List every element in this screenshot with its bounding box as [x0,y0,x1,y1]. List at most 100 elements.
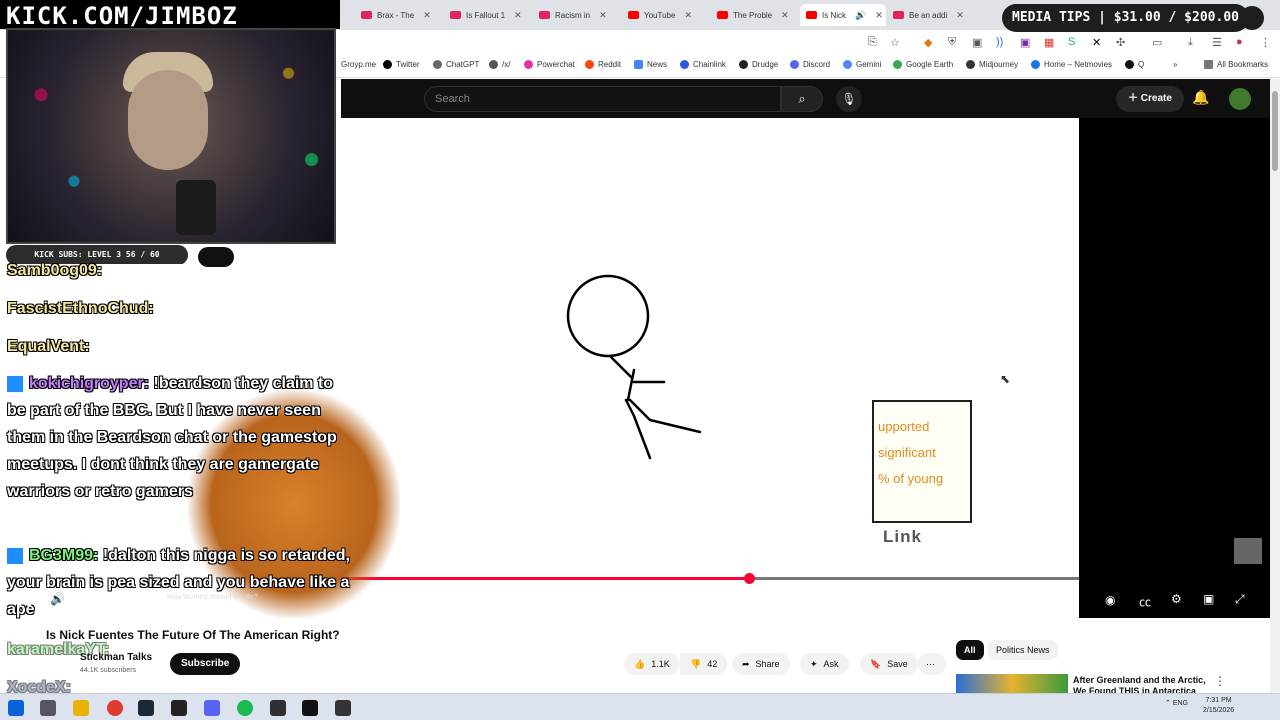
bookmark-q[interactable]: Q [1125,60,1144,69]
more-vertical-icon[interactable]: ⋮ [1214,674,1226,688]
mic-button[interactable]: 🎙 [836,86,862,112]
scrollbar-thumb[interactable] [1272,91,1278,171]
task-view-icon[interactable] [40,700,56,716]
extension-icon[interactable]: ▦ [1044,36,1054,49]
bookmark-netmovies[interactable]: Home – Netmovies [1031,60,1112,69]
tab-be-an-addi[interactable]: Be an addi ✕ [887,4,975,26]
extension-icon[interactable]: ▣ [972,36,982,49]
close-icon[interactable]: ✕ [514,10,522,21]
tab-problem[interactable]: The Proble ✕ [711,4,799,26]
bookmark-powerchat[interactable]: Powerchat [524,60,575,69]
close-icon[interactable]: ✕ [423,10,431,21]
tab-fallout[interactable]: Is Fallout 1 ✕ [444,4,532,26]
chapter-title[interactable]: How Worried Should We Be? [167,594,258,601]
chat-username: EqualVent: [7,338,90,355]
fullscreen-icon[interactable]: ⤢ [1235,592,1245,607]
extension-icon[interactable]: ▣ [1020,36,1030,49]
chip-politics-news[interactable]: Politics News [988,640,1058,660]
progress-scrubber[interactable] [744,573,756,584]
bookmark-google-earth[interactable]: Google Earth [893,60,953,69]
notifications-button[interactable]: 🔔 [1192,89,1209,106]
autoplay-toggle-icon[interactable]: ◉ [1105,593,1115,607]
x-icon[interactable]: ✕ [1092,36,1101,49]
tab-is-nick-active[interactable]: Is Nick 🔊 ✕ [800,4,886,26]
bookmark-chainlink[interactable]: Chainlink [680,60,726,69]
captions-icon[interactable]: ㏄ [1139,593,1151,610]
system-tray[interactable]: ⌃ ENG [1165,699,1188,707]
chip-all[interactable]: All [956,640,984,660]
terminal-icon[interactable] [171,700,187,716]
close-icon[interactable]: ✕ [599,10,607,21]
chevron-up-icon[interactable]: ⌃ [1165,700,1171,707]
volume-icon[interactable]: 🔊 [50,592,65,606]
dislike-button[interactable]: 👎 42 [680,653,728,675]
more-actions-button[interactable]: ⋯ [918,653,946,675]
progress-bar[interactable] [341,573,1079,584]
steam-icon[interactable] [138,700,154,716]
page-scrollbar[interactable] [1270,79,1280,693]
overlay-button[interactable] [1234,538,1262,564]
bookmark-discord[interactable]: Discord [790,60,830,69]
bookmark-twitter[interactable]: Twitter [383,60,420,69]
create-button[interactable]: ＋ Create [1116,86,1184,112]
taskbar-clock[interactable]: 7:31 PM 2/15/2026 [1203,696,1234,716]
profile-icon[interactable]: ● [1236,36,1243,48]
discord-icon[interactable] [204,700,220,716]
clock-date: 2/15/2026 [1203,707,1235,714]
recommended-thumbnail[interactable] [956,674,1068,693]
tab-racism[interactable]: Racism in ✕ [533,4,621,26]
bookmark-news[interactable]: News [634,60,667,69]
speaker-icon[interactable]: 🔊 [855,10,866,21]
download-icon[interactable]: ⤓ [1188,36,1193,49]
app-icon[interactable] [335,700,351,716]
pause-icon[interactable]: ❚❚ [14,592,34,606]
kebab-menu-icon[interactable]: ⋮ [1260,36,1271,49]
close-icon[interactable]: ✕ [684,10,692,21]
settings-gear-icon[interactable]: ⚙ [1171,592,1182,606]
close-icon[interactable]: ✕ [875,10,883,21]
avatar[interactable] [1229,88,1251,110]
share-button[interactable]: ➦ Share [732,653,790,675]
windows-start-icon[interactable] [8,700,24,716]
menu-icon[interactable]: ☰ [1212,36,1222,49]
paper-line: upported [878,419,930,434]
bookmark-label: Home – Netmovies [1044,60,1113,69]
extension-icon[interactable]: S [1068,36,1075,48]
sidepanel-icon[interactable]: ▭ [1152,36,1162,49]
metamask-icon[interactable]: ◆ [924,36,932,49]
extension-icon[interactable]: )) [996,36,1003,48]
close-icon[interactable]: ✕ [781,10,789,21]
miniplayer-icon[interactable]: ▣ [1203,592,1214,606]
app-icon[interactable] [302,700,318,716]
save-button[interactable]: 🔖 Save [860,653,918,675]
search-button[interactable]: ⌕ [781,86,823,112]
bookmark-groyp[interactable]: Groyp.me [341,60,376,69]
file-explorer-icon[interactable] [73,700,89,716]
chat-message: Samb0og09: [7,257,352,284]
bookmark-midjourney[interactable]: Midjourney [966,60,1018,69]
shield-icon[interactable]: ⛨ [948,36,956,49]
tab-youtube[interactable]: YouTube ✕ [622,4,710,26]
install-icon[interactable]: ⎘ [868,36,877,49]
search-input[interactable]: Search [424,86,781,112]
bookmark-chatgpt[interactable]: ChatGPT [433,60,479,69]
obs-icon[interactable] [270,700,286,716]
bookmark-x-board[interactable]: /x/ [489,60,510,69]
tab-favicon-icon [539,11,550,19]
puzzle-icon[interactable]: ✣ [1116,36,1125,49]
star-icon[interactable]: ☆ [890,36,900,49]
spotify-icon[interactable] [237,700,253,716]
youtube-icon [628,11,639,19]
language-indicator[interactable]: ENG [1173,700,1188,707]
ask-button[interactable]: ✦ Ask [800,653,849,675]
chat-text: !beardson they claim to be part of the B… [7,375,337,500]
bookmark-gemini[interactable]: Gemini [843,60,881,69]
chrome-icon[interactable] [107,700,123,716]
bookmarks-overflow-button[interactable]: » [1173,60,1177,69]
close-icon[interactable]: ✕ [956,10,964,21]
tab-brax[interactable]: Brax - The ✕ [355,4,443,26]
all-bookmarks-button[interactable]: All Bookmarks [1204,60,1268,69]
bookmark-drudge[interactable]: Drudge [739,60,778,69]
bookmark-reddit[interactable]: Reddit [585,60,621,69]
like-button[interactable]: 👍 1.1K [624,653,680,675]
